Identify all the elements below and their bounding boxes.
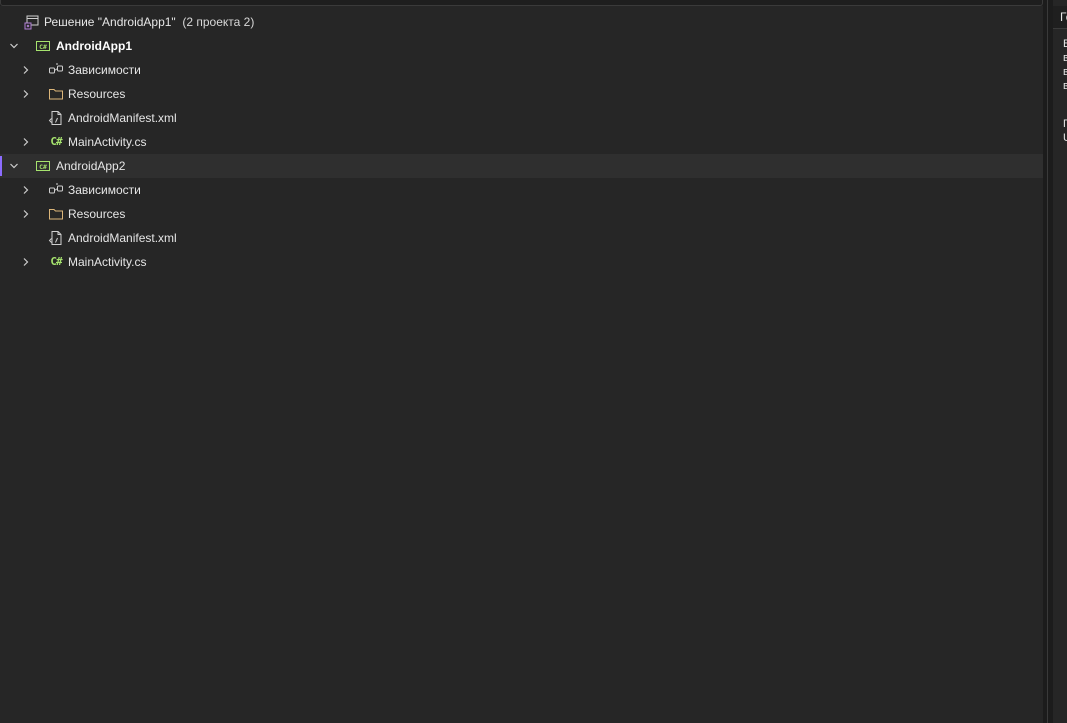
chevron-right-icon[interactable] (19, 82, 33, 106)
project-node-androidapp2[interactable]: C# AndroidApp2 (0, 154, 1043, 178)
project-name: AndroidApp1 (56, 39, 132, 53)
tree-item-dependencies[interactable]: Зависимости (0, 178, 1043, 202)
properties-panel-title: Го (1060, 10, 1067, 24)
tree-item-dependencies[interactable]: Зависимости (0, 58, 1043, 82)
tree-item-label: Resources (68, 207, 126, 221)
project-node-androidapp1[interactable]: C# AndroidApp1 (0, 34, 1043, 58)
properties-text-line: U (1063, 132, 1067, 144)
tree-item-main-activity[interactable]: C# MainActivity.cs (0, 250, 1043, 274)
panel-splitter[interactable] (1043, 0, 1053, 723)
properties-text-line: в (1063, 80, 1067, 92)
dependencies-icon (48, 62, 64, 78)
solution-project-count: (2 проекта 2) (182, 15, 255, 29)
xml-file-icon (48, 230, 64, 246)
chevron-right-icon[interactable] (19, 250, 33, 274)
properties-panel-header[interactable]: Го (1053, 6, 1067, 29)
solution-label: Решение "AndroidApp1" (2 проекта 2) (44, 10, 254, 34)
chevron-right-icon[interactable] (19, 178, 33, 202)
csharp-project-icon: C# (35, 158, 51, 174)
search-box-edge[interactable] (0, 0, 1043, 6)
tree-item-label: Зависимости (68, 183, 141, 197)
project-name: AndroidApp2 (56, 159, 126, 173)
tree-item-resources[interactable]: Resources (0, 82, 1043, 106)
tree-item-label: Зависимости (68, 63, 141, 77)
splitter-line (1047, 0, 1048, 723)
solution-node[interactable]: Решение "AndroidApp1" (2 проекта 2) (0, 10, 1043, 34)
chevron-right-icon[interactable] (19, 130, 33, 154)
chevron-right-icon[interactable] (19, 202, 33, 226)
tree-item-main-activity[interactable]: C# MainActivity.cs (0, 130, 1043, 154)
dependencies-icon (48, 182, 64, 198)
tree-item-label: MainActivity.cs (68, 255, 147, 269)
folder-icon (48, 86, 64, 102)
svg-text:C#: C# (39, 43, 47, 51)
solution-name: Решение "AndroidApp1" (44, 15, 176, 29)
svg-text:C#: C# (39, 163, 47, 171)
properties-text-line: в (1063, 52, 1067, 64)
properties-text-line: П (1063, 118, 1067, 130)
xml-file-icon (48, 110, 64, 126)
chevron-right-icon[interactable] (19, 58, 33, 82)
chevron-down-icon[interactable] (7, 34, 21, 58)
tree-item-android-manifest[interactable]: AndroidManifest.xml (0, 106, 1043, 130)
properties-text-line: В (1063, 38, 1067, 50)
solution-tree: Решение "AndroidApp1" (2 проекта 2) C# A… (0, 10, 1043, 274)
toolbar-strip (0, 0, 1043, 6)
properties-text-line: в (1063, 66, 1067, 78)
csharp-project-icon: C# (35, 38, 51, 54)
solution-explorer-window: Решение "AndroidApp1" (2 проекта 2) C# A… (0, 0, 1067, 723)
tree-item-label: AndroidManifest.xml (68, 111, 177, 125)
properties-panel: Го В в в в П U (1053, 0, 1067, 723)
chevron-down-icon[interactable] (7, 154, 21, 178)
solution-icon (24, 14, 40, 30)
csharp-file-icon: C# (50, 255, 62, 268)
tree-item-resources[interactable]: Resources (0, 202, 1043, 226)
folder-icon (48, 206, 64, 222)
csharp-file-icon: C# (50, 135, 62, 148)
tree-item-android-manifest[interactable]: AndroidManifest.xml (0, 226, 1043, 250)
tree-item-label: AndroidManifest.xml (68, 231, 177, 245)
tree-item-label: MainActivity.cs (68, 135, 147, 149)
tree-item-label: Resources (68, 87, 126, 101)
